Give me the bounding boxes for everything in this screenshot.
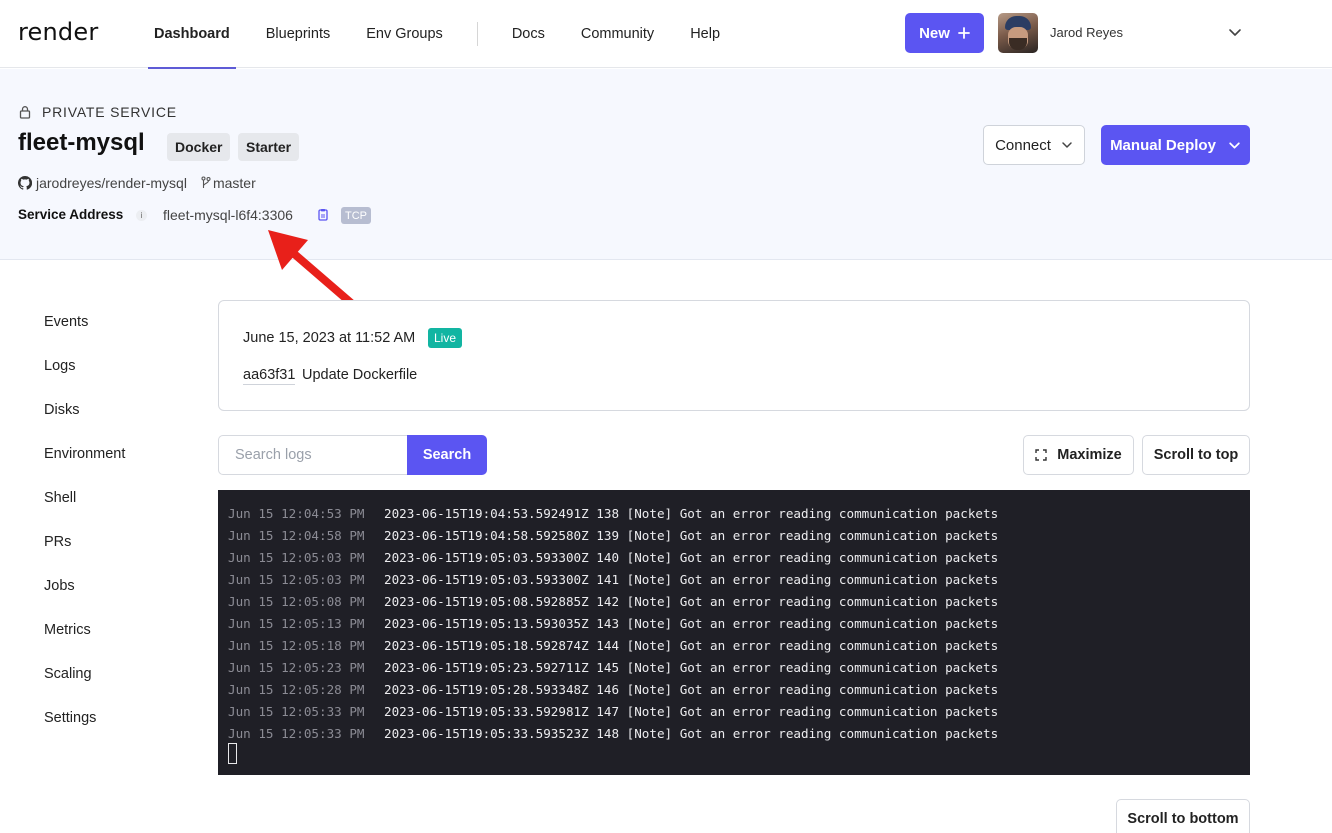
log-timestamp: Jun 15 12:04:53 PM (228, 505, 365, 521)
nav-help[interactable]: Help (672, 0, 738, 68)
user-name[interactable]: Jarod Reyes (1050, 25, 1123, 40)
service-type-label: PRIVATE SERVICE (42, 104, 177, 120)
nav-divider (476, 22, 478, 46)
terminal-cursor (228, 743, 237, 764)
log-terminal[interactable]: Jun 15 12:04:53 PM 2023-06-15T19:04:53.59… (218, 490, 1250, 775)
sidebar-item-settings[interactable]: Settings (44, 710, 96, 726)
log-line: Jun 15 12:05:33 PM 2023-06-15T19:05:33.59… (218, 700, 1250, 722)
manual-deploy-label: Manual Deploy (1110, 136, 1216, 154)
branch-link[interactable]: master (213, 175, 256, 191)
log-timestamp: Jun 15 12:05:33 PM (228, 703, 365, 719)
log-timestamp: Jun 15 12:05:18 PM (228, 637, 365, 653)
search-button[interactable]: Search (407, 435, 487, 475)
repo-link[interactable]: jarodreyes/render-mysql (36, 175, 187, 191)
log-line: Jun 15 12:05:18 PM 2023-06-15T19:05:18.59… (218, 634, 1250, 656)
log-line: Jun 15 12:04:58 PM 2023-06-15T19:04:58.59… (218, 524, 1250, 546)
sidebar-item-jobs[interactable]: Jobs (44, 578, 75, 594)
nav-docs[interactable]: Docs (494, 0, 563, 68)
log-timestamp: Jun 15 12:05:03 PM (228, 549, 365, 565)
log-timestamp: Jun 15 12:05:28 PM (228, 681, 365, 697)
nav-community[interactable]: Community (563, 0, 672, 68)
manual-deploy-button[interactable]: Manual Deploy (1101, 125, 1250, 165)
copy-icon[interactable] (316, 208, 330, 222)
deploy-card: June 15, 2023 at 11:52 AM Live aa63f31 U… (218, 300, 1250, 411)
sidebar-item-environment[interactable]: Environment (44, 446, 125, 462)
sidebar-item-metrics[interactable]: Metrics (44, 622, 91, 638)
sidebar-item-prs[interactable]: PRs (44, 534, 71, 550)
log-line: Jun 15 12:04:53 PM 2023-06-15T19:04:53.59… (218, 502, 1250, 524)
github-icon (18, 176, 32, 190)
log-lines: Jun 15 12:04:53 PM 2023-06-15T19:04:53.59… (218, 502, 1250, 744)
log-message: 2023-06-15T19:04:58.592580Z 139 [Note] G… (384, 527, 999, 543)
log-timestamp: Jun 15 12:05:33 PM (228, 725, 365, 741)
log-line: Jun 15 12:05:08 PM 2023-06-15T19:05:08.59… (218, 590, 1250, 612)
scroll-to-top-button[interactable]: Scroll to top (1142, 435, 1250, 475)
log-message: 2023-06-15T19:04:53.592491Z 138 [Note] G… (384, 505, 999, 521)
info-icon[interactable]: i (136, 210, 147, 221)
sidebar-item-scaling[interactable]: Scaling (44, 666, 92, 682)
nav-env-groups[interactable]: Env Groups (348, 0, 461, 68)
log-message: 2023-06-15T19:05:18.592874Z 144 [Note] G… (384, 637, 999, 653)
log-line: Jun 15 12:05:23 PM 2023-06-15T19:05:23.59… (218, 656, 1250, 678)
chevron-down-icon[interactable] (1227, 24, 1243, 40)
sidebar-item-logs[interactable]: Logs (44, 358, 75, 374)
service-address-label: Service Address (18, 207, 124, 222)
log-message: 2023-06-15T19:05:03.593300Z 140 [Note] G… (384, 549, 999, 565)
log-message: 2023-06-15T19:05:03.593300Z 141 [Note] G… (384, 571, 999, 587)
repo-info: jarodreyes/render-mysql master (18, 175, 256, 191)
log-message: 2023-06-15T19:05:28.593348Z 146 [Note] G… (384, 681, 999, 697)
new-button-label: New (919, 24, 950, 42)
render-logo[interactable]: render (18, 18, 98, 46)
service-address-value: fleet-mysql-l6f4:3306 (163, 207, 293, 223)
runtime-badge: Docker (167, 133, 231, 161)
main-nav: Dashboard Blueprints Env Groups Docs Com… (136, 0, 738, 69)
page-title: fleet-mysql (18, 129, 145, 156)
commit-message: Update Dockerfile (302, 367, 418, 383)
deploy-date: June 15, 2023 at 11:52 AM (243, 330, 416, 346)
protocol-badge: TCP (341, 207, 371, 224)
new-button[interactable]: New (905, 13, 984, 53)
log-message: 2023-06-15T19:05:33.593523Z 148 [Note] G… (384, 725, 999, 741)
branch-info: master (201, 175, 256, 191)
plan-badge: Starter (238, 133, 300, 161)
top-navbar: render Dashboard Blueprints Env Groups D… (0, 0, 1332, 69)
connect-button[interactable]: Connect (983, 125, 1085, 165)
plus-icon (958, 27, 970, 39)
log-line: Jun 15 12:05:13 PM 2023-06-15T19:05:13.59… (218, 612, 1250, 634)
connect-button-label: Connect (995, 136, 1051, 154)
lock-icon (19, 106, 31, 119)
service-type: PRIVATE SERVICE (18, 104, 177, 120)
sidebar-item-events[interactable]: Events (44, 314, 88, 330)
chevron-down-icon (1229, 141, 1240, 149)
maximize-icon (1035, 449, 1047, 461)
sidebar-item-disks[interactable]: Disks (44, 402, 79, 418)
log-line: Jun 15 12:05:33 PM 2023-06-15T19:05:33.59… (218, 722, 1250, 744)
log-message: 2023-06-15T19:05:08.592885Z 142 [Note] G… (384, 593, 999, 609)
log-timestamp: Jun 15 12:05:13 PM (228, 615, 365, 631)
log-line: Jun 15 12:05:28 PM 2023-06-15T19:05:28.59… (218, 678, 1250, 700)
log-timestamp: Jun 15 12:05:03 PM (228, 571, 365, 587)
nav-blueprints[interactable]: Blueprints (248, 0, 348, 68)
log-message: 2023-06-15T19:05:33.592981Z 147 [Note] G… (384, 703, 999, 719)
log-timestamp: Jun 15 12:05:08 PM (228, 593, 365, 609)
log-message: 2023-06-15T19:05:23.592711Z 145 [Note] G… (384, 659, 999, 675)
nav-dashboard[interactable]: Dashboard (136, 0, 248, 69)
maximize-button[interactable]: Maximize (1023, 435, 1134, 475)
log-line: Jun 15 12:05:03 PM 2023-06-15T19:05:03.59… (218, 546, 1250, 568)
sidebar-item-shell[interactable]: Shell (44, 490, 76, 506)
log-timestamp: Jun 15 12:04:58 PM (228, 527, 365, 543)
commit-hash-link[interactable]: aa63f31 (243, 367, 296, 385)
status-badge: Live (428, 328, 463, 348)
log-timestamp: Jun 15 12:05:23 PM (228, 659, 365, 675)
branch-icon (201, 176, 211, 188)
log-message: 2023-06-15T19:05:13.593035Z 143 [Note] G… (384, 615, 999, 631)
maximize-label: Maximize (1057, 447, 1122, 463)
chevron-down-icon (1062, 142, 1072, 148)
search-input[interactable] (218, 435, 408, 475)
avatar[interactable] (998, 13, 1038, 53)
scroll-to-bottom-button[interactable]: Scroll to bottom (1116, 799, 1250, 833)
log-line: Jun 15 12:05:03 PM 2023-06-15T19:05:03.59… (218, 568, 1250, 590)
